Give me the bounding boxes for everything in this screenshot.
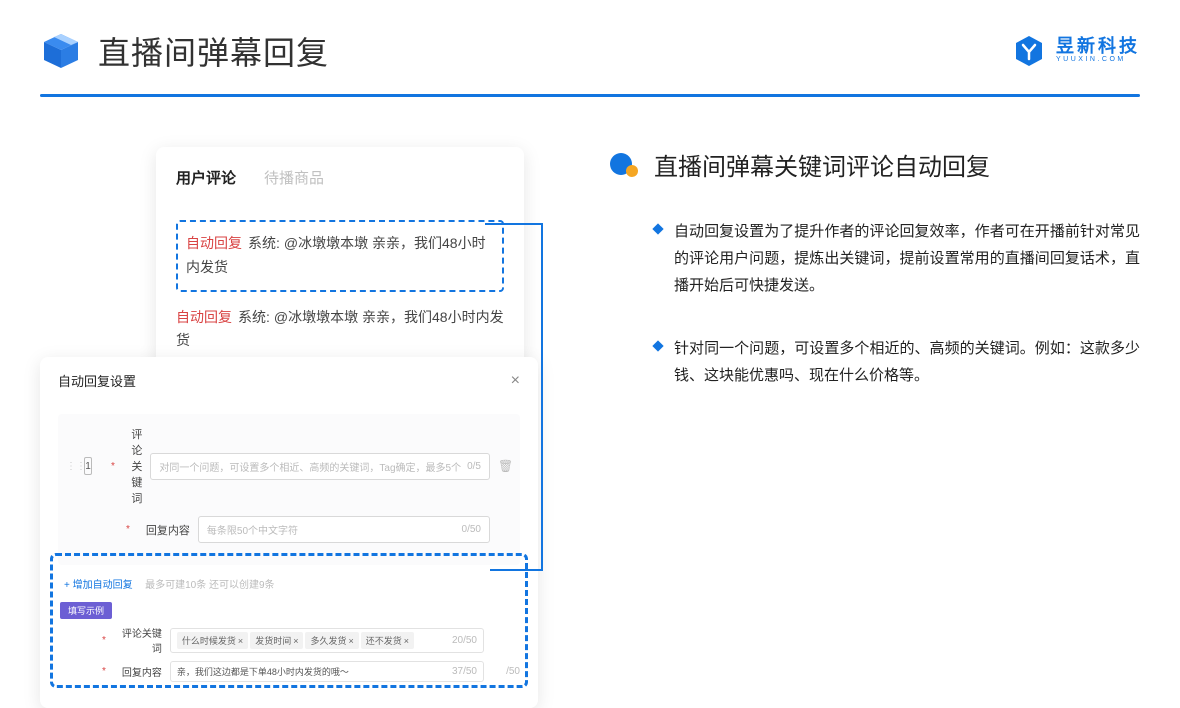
highlighted-comment: 自动回复系统:@冰墩墩本墩 亲亲，我们48小时内发货 <box>176 220 504 292</box>
keyword-label: 评论关键词 <box>114 625 162 655</box>
add-note: 最多可建10条 还可以创建9条 <box>145 580 274 591</box>
page-title: 直播间弹幕回复 <box>98 28 329 74</box>
required-star: * <box>102 635 106 646</box>
outer-counter: /50 <box>492 666 520 677</box>
dialog-title: 自动回复设置 <box>58 371 136 390</box>
example-keyword-input[interactable]: 什么时候发货× 发货时间× 多久发货× 还不发货× 20/50 <box>170 628 484 653</box>
system-prefix: 系统: <box>248 235 280 251</box>
brand-mark-icon <box>1012 34 1046 68</box>
tag-chip[interactable]: 多久发货× <box>305 632 358 649</box>
keyword-input[interactable]: 对同一个问题，可设置多个相近、高频的关键词，Tag确定，最多5个 0/5 <box>150 453 490 480</box>
feed-tabs: 用户评论 待播商品 <box>176 167 504 208</box>
drag-handle-icon[interactable]: ⋮⋮ <box>66 461 76 472</box>
brand-logo: 昱新科技 YUUXIN.COM <box>1012 34 1140 68</box>
description-panel: 直播间弹幕关键词评论自动回复 自动回复设置为了提升作者的评论回复效率，作者可在开… <box>610 147 1140 617</box>
required-star: * <box>102 666 106 677</box>
content-label: 回复内容 <box>114 664 162 679</box>
tab-pending-goods[interactable]: 待播商品 <box>264 167 324 188</box>
tab-user-comments[interactable]: 用户评论 <box>176 167 236 188</box>
example-badge: 填写示例 <box>60 602 112 619</box>
auto-reply-settings-dialog: 自动回复设置 × ⋮⋮ 1 * 评论关键词 对同一个问题，可设置多个相近、高频的… <box>40 357 538 708</box>
tag-chip[interactable]: 发货时间× <box>250 632 303 649</box>
page-header: 直播间弹幕回复 昱新科技 YUUXIN.COM <box>0 0 1180 74</box>
bullet-item: 自动回复设置为了提升作者的评论回复效率，作者可在开播前针对常见的评论用户问题，提… <box>610 218 1140 299</box>
system-prefix: 系统: <box>238 309 270 325</box>
diamond-icon <box>652 223 663 234</box>
form-group: ⋮⋮ 1 * 评论关键词 对同一个问题，可设置多个相近、高频的关键词，Tag确定… <box>58 414 520 565</box>
delete-icon[interactable]: 🗑 <box>498 459 512 473</box>
example-content-input[interactable]: 亲，我们这边都是下单48小时内发货的哦～ 37/50 <box>170 661 484 682</box>
content-input[interactable]: 每条限50个中文字符 0/50 <box>198 516 490 543</box>
header-left: 直播间弹幕回复 <box>40 28 329 74</box>
char-counter: 0/5 <box>467 461 481 472</box>
keyword-label: 评论关键词 <box>123 426 143 506</box>
illustration-panel: 用户评论 待播商品 自动回复系统:@冰墩墩本墩 亲亲，我们48小时内发货 自动回… <box>40 147 560 617</box>
blob-icon <box>610 153 638 177</box>
auto-reply-tag: 自动回复 <box>176 309 232 325</box>
bullet-text: 自动回复设置为了提升作者的评论回复效率，作者可在开播前针对常见的评论用户问题，提… <box>674 218 1140 299</box>
diamond-icon <box>652 340 663 351</box>
close-icon[interactable]: × <box>511 372 520 390</box>
char-counter: 37/50 <box>452 666 477 677</box>
tag-chip[interactable]: 还不发货× <box>361 632 414 649</box>
brand-url: YUUXIN.COM <box>1056 55 1140 65</box>
bullet-text: 针对同一个问题，可设置多个相近的、高频的关键词。例如：这款多少钱、这块能优惠吗、… <box>674 335 1140 389</box>
bullet-item: 针对同一个问题，可设置多个相近的、高频的关键词。例如：这款多少钱、这块能优惠吗、… <box>610 335 1140 389</box>
required-star: * <box>126 524 130 535</box>
char-counter: 0/50 <box>462 524 481 535</box>
auto-reply-tag: 自动回复 <box>186 235 242 251</box>
section-heading: 直播间弹幕关键词评论自动回复 <box>654 147 990 182</box>
connector-line <box>541 223 543 571</box>
required-star: * <box>111 461 115 472</box>
brand-name: 昱新科技 <box>1056 37 1140 55</box>
tag-chip[interactable]: 什么时候发货× <box>177 632 248 649</box>
content-label: 回复内容 <box>138 522 190 538</box>
add-auto-reply-link[interactable]: + 增加自动回复 <box>64 580 133 591</box>
char-counter: 20/50 <box>452 635 477 646</box>
cube-icon <box>40 30 82 72</box>
index-number: 1 <box>84 457 92 475</box>
example-block: + 增加自动回复 最多可建10条 还可以创建9条 填写示例 * 评论关键词 什么… <box>58 575 520 682</box>
